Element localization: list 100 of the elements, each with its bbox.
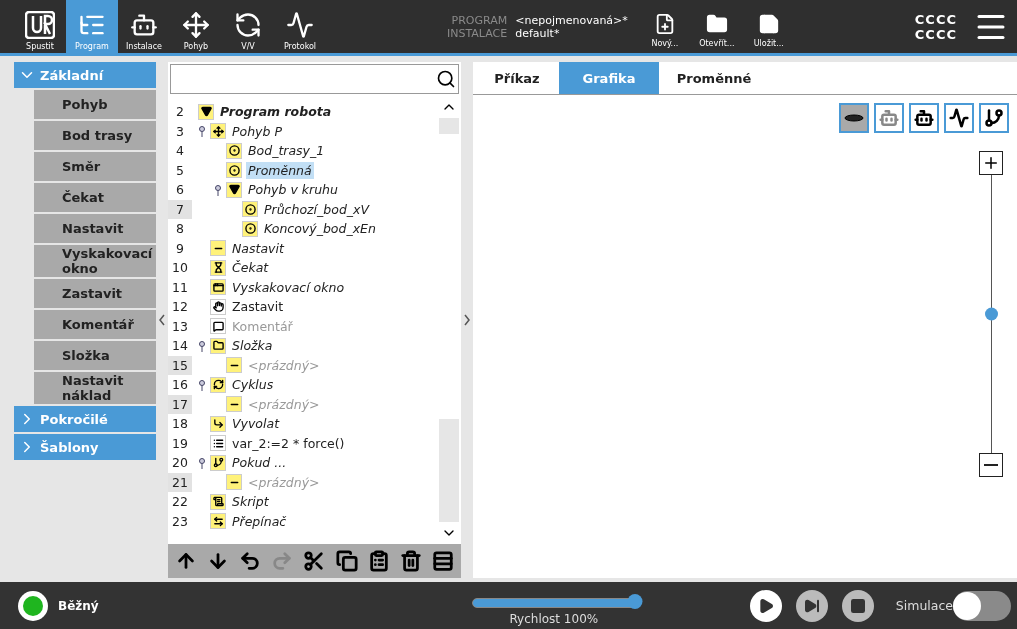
cut-icon — [303, 550, 326, 572]
waypoints-icon — [984, 108, 1004, 128]
stop-icon — [849, 597, 866, 614]
suppress-button[interactable] — [431, 550, 454, 572]
expand-pin-icon[interactable] — [198, 378, 206, 391]
zoom-thumb[interactable] — [984, 307, 998, 321]
command-item[interactable]: Vyskakovací okno — [34, 245, 156, 277]
node-label[interactable]: Pohyb v kruhu — [246, 181, 340, 199]
redo-icon — [271, 550, 294, 572]
tab[interactable]: Proměnné — [659, 62, 769, 94]
zoom-out-button[interactable] — [979, 453, 1003, 477]
line-number: 15 — [168, 355, 192, 375]
category-label: Šablony — [40, 439, 99, 455]
line-number: 6 — [175, 181, 185, 200]
node-label[interactable]: Proměnná — [246, 161, 314, 179]
command-item[interactable]: Nastavit náklad — [34, 372, 156, 404]
scroll-up-button[interactable] — [439, 96, 459, 118]
speed-text: Rychlost 100% — [509, 611, 599, 626]
node-label[interactable]: Průchozí_bod_xV — [262, 200, 372, 218]
expand-pin-icon[interactable] — [214, 183, 222, 196]
nav-tab[interactable]: Spustit — [14, 0, 66, 53]
undo-button[interactable] — [239, 550, 262, 572]
line-number: 4 — [175, 142, 185, 161]
line-number: 9 — [175, 239, 185, 258]
node-label[interactable]: Pokud ... — [230, 454, 289, 472]
node-label[interactable]: Koncový_bod_xEn — [262, 220, 378, 238]
node-label[interactable]: Zastavit — [230, 298, 286, 316]
minus-icon — [984, 464, 998, 466]
log-icon — [286, 11, 314, 39]
node-label[interactable]: Vyvolat — [230, 415, 282, 433]
line-number: 18 — [171, 415, 189, 434]
view-button[interactable] — [979, 103, 1009, 133]
command-item[interactable]: Nastavit — [34, 214, 156, 243]
delete-icon — [399, 550, 422, 572]
logo-icon — [25, 11, 55, 39]
command-item[interactable]: Komentář — [34, 310, 156, 339]
line-number: 14 — [171, 337, 189, 356]
cut-button[interactable] — [303, 550, 326, 572]
nav-tab[interactable]: Protokol — [274, 0, 326, 53]
nav-tab[interactable]: V/V — [222, 0, 274, 53]
line-number: 19 — [171, 434, 189, 453]
file-button[interactable]: Nový... — [639, 0, 690, 53]
zoom-in-button[interactable] — [979, 151, 1003, 175]
io-icon — [234, 11, 262, 39]
node-label[interactable]: var_2:=2 * force() — [230, 434, 347, 452]
command-item[interactable]: Bod trasy — [34, 121, 156, 150]
node-label[interactable]: Skript — [230, 493, 271, 511]
paste-button[interactable] — [367, 550, 390, 572]
simulation-toggle[interactable] — [953, 590, 1011, 621]
move-icon — [182, 11, 210, 39]
node-label[interactable]: Pohyb P — [230, 122, 284, 140]
view-button[interactable] — [909, 103, 939, 133]
collapse-handle-icon[interactable] — [464, 314, 470, 326]
line-number: 8 — [175, 220, 185, 239]
view-button[interactable] — [839, 103, 869, 133]
command-item[interactable]: Čekat — [34, 183, 156, 212]
copy-icon — [335, 550, 358, 572]
category-label: Pokročilé — [40, 411, 108, 427]
command-item[interactable]: Směr — [34, 152, 156, 181]
category-label: Základní — [40, 67, 104, 83]
tab[interactable]: Příkaz — [475, 62, 559, 94]
search-field[interactable] — [170, 64, 459, 94]
expand-pin-icon[interactable] — [198, 125, 206, 138]
line-number: 10 — [171, 259, 189, 278]
node-label[interactable]: Bod_trasy_1 — [246, 142, 327, 160]
line-number: 11 — [171, 278, 189, 297]
command-item[interactable]: Pohyb — [34, 90, 156, 119]
line-number: 13 — [171, 317, 189, 336]
command-item[interactable]: Zastavit — [34, 279, 156, 308]
line-number: 16 — [171, 376, 189, 395]
expand-pin-icon[interactable] — [198, 339, 206, 352]
speed-slider-thumb[interactable] — [627, 593, 643, 609]
node-label[interactable]: Vyskakovací okno — [230, 278, 347, 296]
node-label[interactable]: Složka — [230, 337, 275, 355]
scroll-down-button[interactable] — [439, 522, 459, 544]
command-item[interactable]: Složka — [34, 341, 156, 370]
node-label[interactable]: Nastavit — [230, 239, 286, 257]
copy-button[interactable] — [335, 550, 358, 572]
line-number: 7 — [168, 199, 192, 219]
delete-button[interactable] — [399, 550, 422, 572]
play-button[interactable] — [749, 589, 782, 622]
node-label[interactable]: Cyklus — [230, 376, 276, 394]
line-number: 3 — [175, 122, 185, 141]
node-label[interactable]: Přepínač — [230, 512, 289, 530]
scrollbar-thumb[interactable] — [439, 134, 459, 419]
line-number: 12 — [171, 298, 189, 317]
collapse-handle-icon[interactable] — [159, 314, 165, 326]
file-button[interactable]: Otevřít... — [691, 0, 742, 53]
step-icon — [803, 597, 820, 614]
nav-tab[interactable]: Instalace — [118, 0, 170, 53]
nav-tab[interactable]: Pohyb — [170, 0, 222, 53]
expand-pin-icon[interactable] — [198, 456, 206, 469]
node-label[interactable]: Čekat — [230, 259, 271, 277]
suppress-icon — [431, 550, 454, 572]
view-button[interactable] — [944, 103, 974, 133]
node-label[interactable]: Program robota — [218, 103, 334, 121]
info-value: default* — [515, 26, 561, 40]
undo-icon — [239, 550, 262, 572]
file-button[interactable]: Uložit... — [743, 0, 794, 53]
status-text: Běžný — [58, 598, 99, 613]
